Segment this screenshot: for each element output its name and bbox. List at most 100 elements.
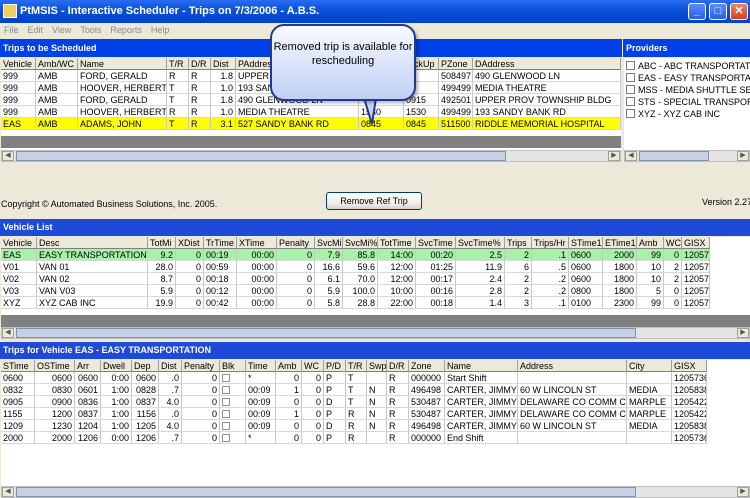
menu-view[interactable]: View <box>48 23 76 37</box>
checkbox[interactable] <box>626 97 635 106</box>
menu-file[interactable]: File <box>0 23 24 37</box>
column-header[interactable]: Amb/WC <box>36 58 78 70</box>
scroll-left-icon[interactable]: ◀ <box>625 151 637 161</box>
column-header[interactable]: Trips <box>505 237 532 249</box>
column-header[interactable]: TrTime <box>204 237 237 249</box>
scroll-right-icon[interactable]: ▶ <box>737 328 749 338</box>
scroll-right-icon[interactable]: ▶ <box>608 151 620 161</box>
checkbox[interactable] <box>222 374 230 382</box>
column-header[interactable]: Penalty <box>277 237 315 249</box>
column-header[interactable]: Dist <box>211 58 236 70</box>
column-header[interactable]: D/R <box>189 58 211 70</box>
column-header[interactable]: XTime <box>237 237 277 249</box>
checkbox[interactable] <box>222 422 230 430</box>
tfv-horizontal-scrollbar[interactable]: ◀ ▶ <box>1 486 750 498</box>
checkbox[interactable] <box>626 85 635 94</box>
menu-reports[interactable]: Reports <box>106 23 147 37</box>
column-header[interactable]: PZone <box>439 58 473 70</box>
table-cell: 1530 <box>404 106 439 118</box>
column-header[interactable]: Zone <box>409 360 445 372</box>
provider-item[interactable]: XYZ - XYZ CAB INC <box>626 108 720 120</box>
column-header[interactable]: Vehicle <box>1 237 37 249</box>
column-header[interactable]: Dwell <box>101 360 132 372</box>
column-header[interactable]: SvcTime <box>416 237 456 249</box>
column-header[interactable]: Time <box>246 360 276 372</box>
column-header[interactable]: P/D <box>324 360 346 372</box>
column-header[interactable]: GISX <box>682 237 710 249</box>
provider-item[interactable]: STS - SPECIAL TRANSPORTATION <box>626 96 750 108</box>
remove-ref-trip-button[interactable]: Remove Ref Trip <box>326 192 422 210</box>
maximize-button[interactable]: □ <box>709 3 727 20</box>
scrollbar-thumb[interactable] <box>16 328 636 338</box>
column-header[interactable]: GISX <box>672 360 707 372</box>
scroll-right-icon[interactable]: ▶ <box>737 487 749 497</box>
column-header[interactable]: T/R <box>167 58 189 70</box>
title-bar: PtMSIS - Interactive Scheduler - Trips o… <box>0 0 750 23</box>
column-header[interactable]: TotMi <box>148 237 176 249</box>
table-cell: 22:00 <box>378 297 416 309</box>
provider-item[interactable]: EAS - EASY TRANSPORTATION <box>626 72 750 84</box>
table-cell: 1:00 <box>101 408 132 420</box>
column-header[interactable]: Name <box>445 360 518 372</box>
checkbox[interactable] <box>222 434 230 442</box>
column-header[interactable]: Trips/Hr <box>532 237 569 249</box>
table-cell: 1200 <box>35 408 75 420</box>
scrollbar-thumb[interactable] <box>16 151 506 161</box>
column-header[interactable]: WC <box>664 237 682 249</box>
column-header[interactable]: WC <box>302 360 324 372</box>
column-header[interactable]: OSTime <box>35 360 75 372</box>
checkbox[interactable] <box>222 410 230 418</box>
column-header[interactable]: T/R <box>346 360 367 372</box>
column-header[interactable]: Address <box>518 360 627 372</box>
trips-horizontal-scrollbar[interactable]: ◀ ▶ <box>1 150 621 162</box>
close-button[interactable]: ✕ <box>730 3 748 20</box>
column-header[interactable]: XDist <box>176 237 204 249</box>
column-header[interactable]: ETime1 <box>603 237 637 249</box>
provider-item[interactable]: MSS - MEDIA SHUTTLE SERVICE <box>626 84 750 96</box>
column-header[interactable]: Dist <box>159 360 182 372</box>
scroll-left-icon[interactable]: ◀ <box>2 328 14 338</box>
scrollbar-thumb[interactable] <box>16 487 636 497</box>
minimize-button[interactable]: _ <box>688 3 706 20</box>
table-cell: 00:17 <box>416 273 456 285</box>
menu-edit[interactable]: Edit <box>24 23 49 37</box>
scroll-left-icon[interactable]: ◀ <box>2 487 14 497</box>
column-header[interactable]: Amb <box>637 237 664 249</box>
column-header[interactable]: SvcMi <box>315 237 343 249</box>
column-header[interactable]: City <box>627 360 672 372</box>
column-header[interactable]: Swp <box>367 360 387 372</box>
column-header[interactable]: STime <box>1 360 35 372</box>
menu-tools[interactable]: Tools <box>76 23 106 37</box>
checkbox[interactable] <box>222 386 230 394</box>
column-header[interactable]: SvcTime% <box>456 237 505 249</box>
scrollbar-thumb[interactable] <box>639 151 709 161</box>
checkbox[interactable] <box>626 73 635 82</box>
table-cell: CARTER, JIMMY <box>445 384 518 396</box>
column-header[interactable]: Arr <box>75 360 101 372</box>
provider-item[interactable]: ABC - ABC TRANSPORTATION <box>626 60 750 72</box>
column-header[interactable]: Dep <box>132 360 159 372</box>
checkbox[interactable] <box>626 109 635 118</box>
column-header[interactable]: TotTime <box>378 237 416 249</box>
column-header[interactable]: Penalty <box>182 360 220 372</box>
column-header[interactable]: DAddress <box>473 58 621 70</box>
vehicle-horizontal-scrollbar[interactable]: ◀ ▶ <box>1 327 750 339</box>
column-header[interactable]: Blk <box>220 360 246 372</box>
column-header[interactable]: Name <box>78 58 167 70</box>
column-header[interactable]: Vehicle <box>1 58 36 70</box>
scroll-right-icon[interactable]: ▶ <box>737 151 749 161</box>
column-header[interactable]: Desc <box>37 237 148 249</box>
providers-horizontal-scrollbar[interactable]: ◀ ▶ <box>624 150 750 162</box>
column-header[interactable]: STime1 <box>569 237 603 249</box>
table-cell: 1.4 <box>456 297 505 309</box>
table-cell: 0 <box>277 285 315 297</box>
menu-help[interactable]: Help <box>147 23 175 37</box>
column-header[interactable]: Amb <box>276 360 302 372</box>
column-header[interactable]: D/R <box>387 360 409 372</box>
checkbox[interactable] <box>222 398 230 406</box>
table-cell: 00:42 <box>204 297 237 309</box>
scroll-left-icon[interactable]: ◀ <box>2 151 14 161</box>
column-header[interactable]: SvcMi% <box>343 237 378 249</box>
table-cell: DELAWARE CO COMM COLLEGE <box>518 396 627 408</box>
checkbox[interactable] <box>626 61 635 70</box>
